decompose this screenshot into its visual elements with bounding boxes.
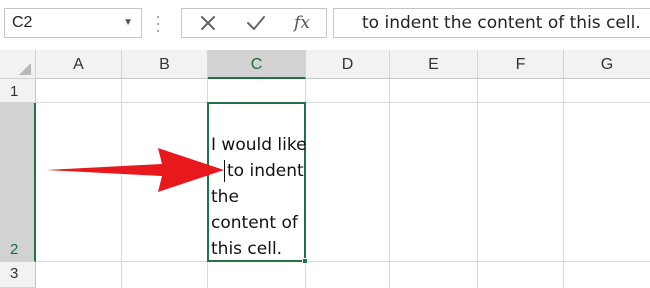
column-header-a[interactable]: A [36, 50, 122, 79]
gridline [36, 261, 650, 262]
column-header-e[interactable]: E [390, 50, 478, 79]
column-header-g[interactable]: G [564, 50, 650, 79]
row-header-1[interactable]: 1 [0, 79, 36, 103]
close-icon[interactable] [188, 9, 228, 37]
column-header-d[interactable]: D [306, 50, 390, 79]
formula-input[interactable]: to indent the content of this cell. [333, 8, 650, 38]
red-arrow-icon [46, 148, 224, 192]
cell-line-4: content of [211, 213, 298, 233]
gridline [563, 79, 564, 288]
cell-line-5: this cell. [211, 239, 283, 259]
select-all-triangle-icon [19, 63, 31, 75]
chevron-down-icon[interactable]: ▼ [123, 9, 133, 37]
row-header-3[interactable]: 3 [0, 262, 36, 288]
drag-handle-icon[interactable] [155, 14, 161, 34]
column-header-c[interactable]: C [208, 50, 306, 79]
gridline [389, 79, 390, 288]
gridline [477, 79, 478, 288]
check-icon[interactable] [236, 9, 276, 37]
name-box-value: C2 [12, 14, 33, 31]
formula-buttons: fx [181, 8, 327, 38]
column-header-f[interactable]: F [478, 50, 564, 79]
name-box[interactable]: C2 ▼ [4, 8, 142, 38]
row-header-2[interactable]: 2 [0, 103, 36, 262]
gridline [36, 102, 650, 103]
column-header-b[interactable]: B [122, 50, 208, 79]
insert-function-button[interactable]: fx [282, 9, 322, 37]
